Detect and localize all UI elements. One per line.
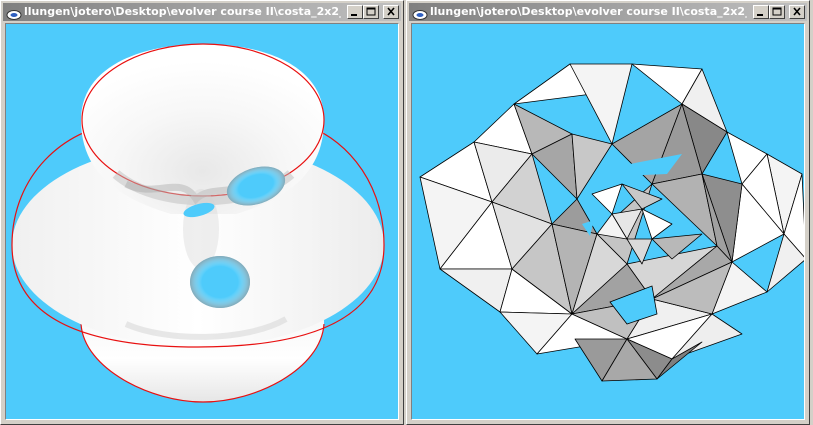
- minimize-icon: [351, 14, 357, 16]
- maximize-icon: [366, 7, 376, 16]
- evolver-window-right[interactable]: llungen\jotero\Desktop\evolver course II…: [406, 0, 810, 425]
- close-button[interactable]: [789, 5, 805, 19]
- evolver-app-icon: [6, 6, 22, 20]
- viewport-smooth-surface[interactable]: [5, 23, 399, 420]
- title-bar[interactable]: llungen\jotero\Desktop\evolver course II…: [409, 3, 807, 21]
- window-title: llungen\jotero\Desktop\evolver course II…: [430, 5, 747, 18]
- minimize-button[interactable]: [347, 5, 363, 19]
- title-bar[interactable]: llungen\jotero\Desktop\evolver course II…: [3, 3, 401, 21]
- window-title: llungen\jotero\Desktop\evolver course II…: [24, 5, 341, 18]
- costa-surface-render: [11, 43, 385, 403]
- close-icon: [387, 7, 395, 16]
- maximize-button[interactable]: [769, 5, 785, 19]
- costa-triangulated-render: [419, 63, 804, 382]
- maximize-button[interactable]: [363, 5, 379, 19]
- maximize-icon: [772, 7, 782, 16]
- evolver-app-icon: [412, 6, 428, 20]
- evolver-window-left[interactable]: llungen\jotero\Desktop\evolver course II…: [0, 0, 404, 425]
- minimize-icon: [757, 14, 763, 16]
- close-icon: [793, 7, 801, 16]
- minimize-button[interactable]: [753, 5, 769, 19]
- close-button[interactable]: [383, 5, 399, 19]
- viewport-triangulated-surface[interactable]: [411, 23, 805, 420]
